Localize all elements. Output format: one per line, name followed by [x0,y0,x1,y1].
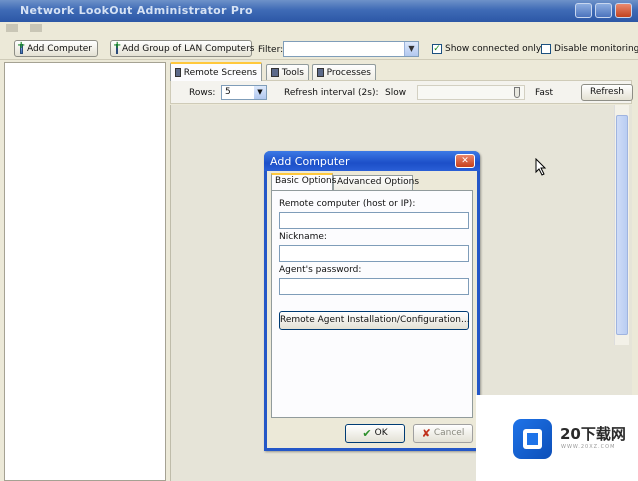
agent-password-input[interactable] [279,278,469,295]
tab-remote-screens[interactable]: Remote Screens [170,62,262,81]
close-button[interactable] [615,3,632,18]
add-group-button[interactable]: Add Group of LAN Computers [110,40,255,57]
add-group-label: Add Group of LAN Computers [122,43,255,54]
cancel-label: Cancel [433,428,465,438]
slow-label: Slow [385,88,407,98]
rows-label: Rows: [189,88,216,98]
close-icon[interactable]: ✕ [455,154,475,168]
filter-combo[interactable]: ▼ [283,41,419,57]
dialog-titlebar[interactable]: Add Computer ✕ [264,151,480,171]
tab-label: Processes [326,67,371,78]
watermark-text: 20下载网 [560,425,626,443]
tab-tools[interactable]: Tools [266,64,309,80]
processes-icon [317,68,324,77]
refresh-button[interactable]: Refresh [581,84,633,101]
agent-password-label: Agent's password: [279,265,362,275]
window-titlebar[interactable]: Network LookOut Administrator Pro [0,0,638,22]
rows-value: 5 [225,87,231,97]
remote-computer-label: Remote computer (host or IP): [279,199,416,209]
tools-icon [271,68,279,77]
monitor-icon [175,68,181,77]
add-computer-button[interactable]: Add Computer [14,40,98,57]
check-icon: ✔ [362,427,372,440]
add-group-icon [113,40,121,54]
menu-item-1[interactable] [6,24,18,32]
tab-basic-options[interactable]: Basic Options [271,173,336,190]
add-computer-icon [17,40,25,54]
basic-options-panel: Remote computer (host or IP): Nickname: … [271,190,473,418]
tab-label: Tools [281,67,304,78]
watermark: 20下载网 WWW.20XZ.COM [476,395,638,481]
mouse-cursor-icon [535,158,547,176]
tab-processes[interactable]: Processes [312,64,376,80]
add-computer-dialog: Add Computer ✕ Basic Options Advanced Op… [264,151,480,451]
menu-bar [0,22,638,36]
checkbox-checked-icon[interactable]: ✓ [432,44,442,54]
computer-list-panel[interactable] [4,62,166,481]
watermark-logo-icon [513,419,552,459]
chevron-down-icon[interactable]: ▼ [254,86,266,99]
show-connected-checkbox[interactable]: ✓ Show connected only [432,44,541,54]
window-title: Network LookOut Administrator Pro [20,4,253,17]
tab-label: Remote Screens [183,67,257,78]
window-controls [575,3,632,18]
disable-monitoring-checkbox[interactable]: Disable monitoring [541,44,638,54]
ok-label: OK [374,428,388,438]
cancel-x-icon: ✘ [421,427,431,440]
fast-label: Fast [535,88,554,98]
watermark-subtext: WWW.20XZ.COM [561,444,616,450]
ok-button[interactable]: ✔ OK [345,424,405,443]
screens-toolbar: Rows: 5 ▼ Refresh interval (2s): Slow Fa… [170,80,633,104]
menu-item-2[interactable] [30,24,42,32]
add-computer-label: Add Computer [26,43,92,54]
vertical-scrollbar[interactable] [614,105,629,345]
disable-monitoring-label: Disable monitoring [554,44,638,54]
scrollbar-thumb[interactable] [616,115,628,335]
remote-agent-config-button[interactable]: Remote Agent Installation/Configuration.… [279,311,470,330]
show-connected-label: Show connected only [445,44,542,54]
slider-thumb[interactable] [514,87,520,98]
nickname-label: Nickname: [279,232,327,242]
tab-advanced-options[interactable]: Advanced Options [333,175,419,190]
checkbox-unchecked-icon[interactable] [541,44,551,54]
rows-select[interactable]: 5 ▼ [221,85,267,100]
dialog-title: Add Computer [270,155,350,168]
refresh-interval-label: Refresh interval (2s): [284,88,379,98]
nickname-input[interactable] [279,245,469,262]
maximize-button[interactable] [595,3,612,18]
filter-label: Filter: [258,45,284,55]
chevron-down-icon[interactable]: ▼ [404,42,418,56]
minimize-button[interactable] [575,3,592,18]
remote-computer-input[interactable] [279,212,469,229]
refresh-interval-slider[interactable] [417,85,525,100]
cancel-button[interactable]: ✘ Cancel [413,424,473,443]
